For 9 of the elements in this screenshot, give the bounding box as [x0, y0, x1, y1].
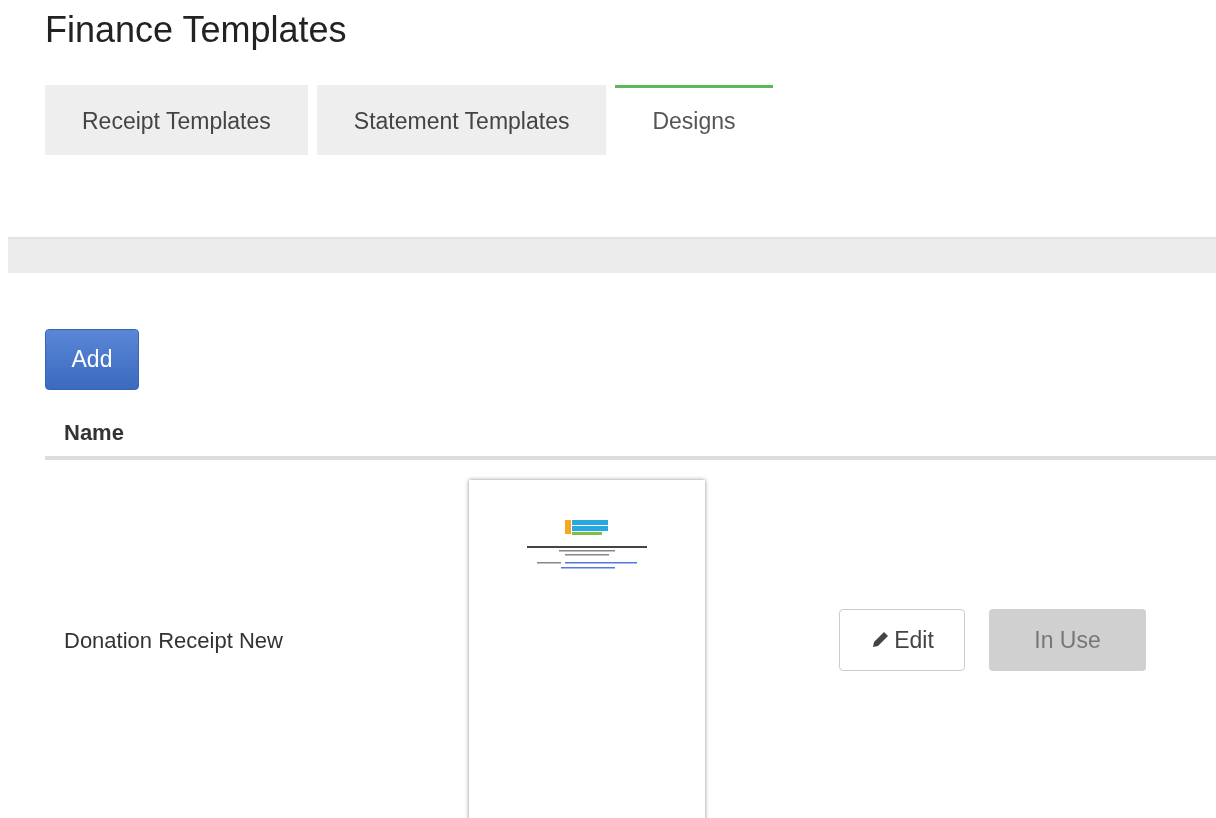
- tab[interactable]: Receipt Templates: [45, 85, 308, 155]
- edit-button[interactable]: Edit: [839, 609, 965, 671]
- column-header: Name: [63, 419, 125, 447]
- add-button[interactable]: Add: [45, 329, 139, 390]
- page-title: Finance Templates: [45, 8, 348, 52]
- document-thumbnail[interactable]: [469, 480, 705, 818]
- pencil-icon: [870, 630, 891, 650]
- table-cell-text: Donation Receipt New: [63, 626, 284, 655]
- tab[interactable]: Statement Templates: [316, 85, 607, 155]
